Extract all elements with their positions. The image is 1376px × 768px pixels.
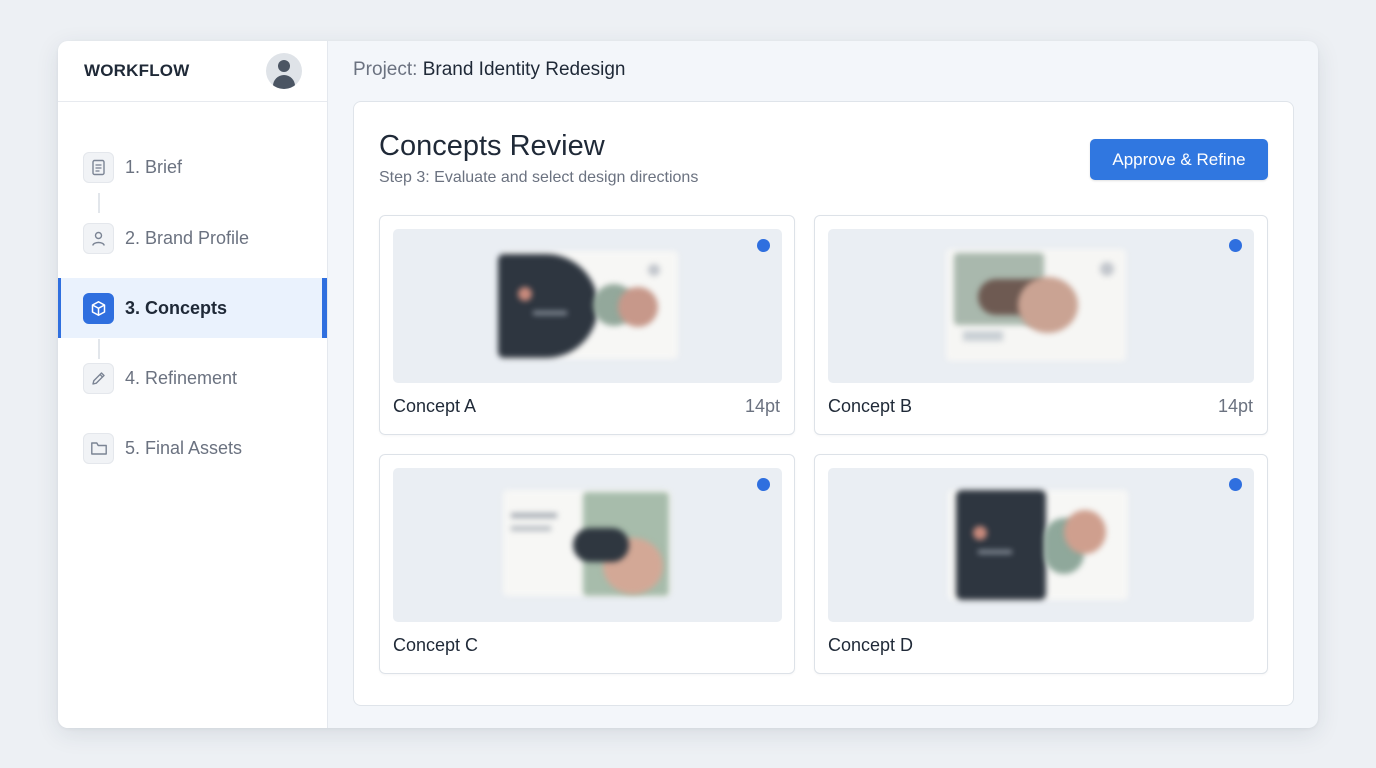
pencil-icon: [83, 362, 114, 394]
concept-thumbnail: [393, 468, 782, 622]
avatar-head: [278, 60, 290, 72]
sidebar-header: WORKFLOW: [58, 41, 327, 102]
sidebar-item-label: 2. Brand Profile: [125, 227, 250, 248]
sidebar: WORKFLOW 1. Brief 2. Brand Profile 3. Co…: [58, 41, 328, 728]
concept-thumbnail: [393, 229, 782, 383]
project-name: Brand Identity Redesign: [422, 59, 626, 80]
approve-refine-button[interactable]: Approve & Refine: [1090, 139, 1268, 180]
app-window: WORKFLOW 1. Brief 2. Brand Profile 3. Co…: [58, 41, 1318, 728]
avatar-body: [273, 75, 295, 89]
concept-name: Concept C: [393, 635, 479, 655]
concept-size: 14pt: [1217, 396, 1253, 416]
sidebar-item-concepts[interactable]: 3. Concepts: [58, 278, 327, 338]
status-dot: [757, 478, 770, 491]
page-title: Concepts Review: [379, 130, 605, 162]
sidebar-item-label: 5. Final Assets: [125, 437, 243, 458]
sidebar-item-brief[interactable]: 1. Brief: [58, 137, 327, 197]
concept-name: Concept A: [393, 396, 477, 416]
project-breadcrumb: Project: Brand Identity Redesign: [353, 59, 626, 81]
cube-icon: [83, 292, 114, 324]
avatar[interactable]: [266, 53, 302, 89]
sidebar-item-label: 4. Refinement: [125, 367, 238, 388]
concept-name: Concept B: [828, 396, 913, 416]
concept-card-a[interactable]: Concept A 14pt: [379, 215, 795, 435]
sidebar-item-brand-profile[interactable]: 2. Brand Profile: [58, 208, 327, 268]
sidebar-item-refinement[interactable]: 4. Refinement: [58, 348, 327, 408]
sidebar-item-label: 1. Brief: [125, 156, 183, 177]
project-prefix: Project:: [353, 59, 423, 80]
user-icon: [83, 222, 114, 254]
concept-thumbnail: [828, 468, 1254, 622]
sidebar-item-label: 3. Concepts: [125, 297, 228, 318]
page-subtitle: Step 3: Evaluate and select design direc…: [379, 169, 699, 186]
concept-card-d[interactable]: Concept D: [814, 454, 1268, 674]
status-dot: [1229, 239, 1242, 252]
sidebar-item-final-assets[interactable]: 5. Final Assets: [58, 418, 327, 478]
main-content: Project: Brand Identity Redesign Concept…: [328, 41, 1318, 728]
status-dot: [757, 239, 770, 252]
concept-thumbnail: [828, 229, 1254, 383]
folder-icon: [83, 432, 114, 464]
concept-card-c[interactable]: Concept C: [379, 454, 795, 674]
concepts-panel: Concepts Review Step 3: Evaluate and sel…: [353, 101, 1294, 706]
concept-name: Concept D: [828, 635, 914, 655]
app-brand: WORKFLOW: [84, 61, 190, 80]
concept-card-b[interactable]: Concept B 14pt: [814, 215, 1268, 435]
concept-size: 14pt: [744, 396, 780, 416]
status-dot: [1229, 478, 1242, 491]
document-icon: [83, 151, 114, 183]
